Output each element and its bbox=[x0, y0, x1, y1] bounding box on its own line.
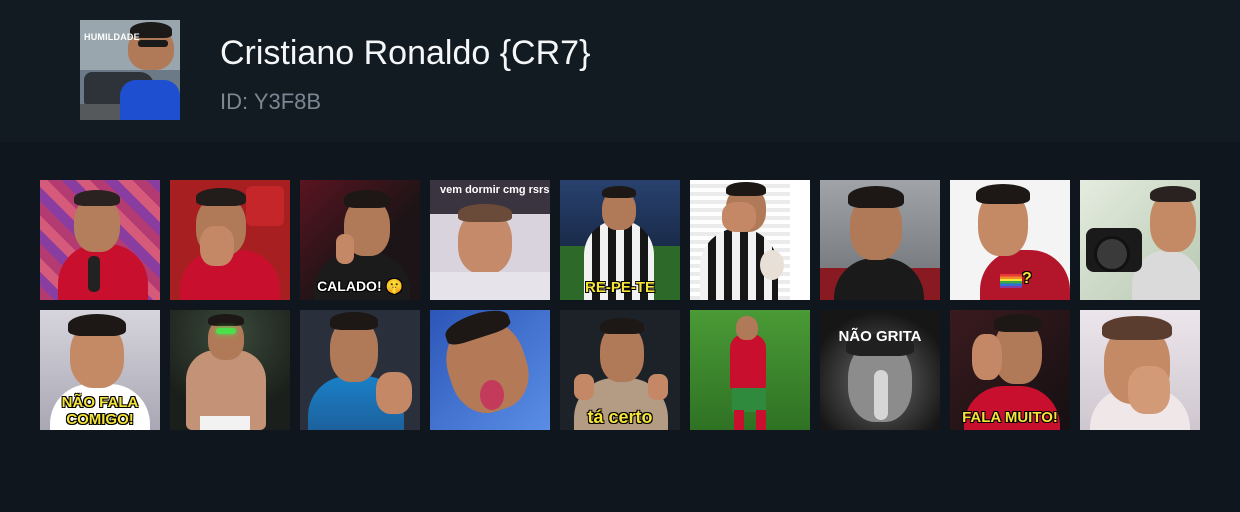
pack-avatar: HUMILDADE bbox=[80, 20, 180, 120]
thumbs-up-left-icon bbox=[574, 374, 594, 400]
sticker-facepalm-united[interactable] bbox=[170, 180, 290, 300]
thumbs-up-right-icon bbox=[648, 374, 668, 400]
tongue-icon bbox=[480, 380, 504, 410]
sticker-hand-nose[interactable] bbox=[1080, 310, 1200, 430]
sticker-interview-united[interactable] bbox=[40, 180, 160, 300]
raised-hand-icon bbox=[972, 334, 1002, 380]
microphone-icon bbox=[88, 256, 100, 292]
sticker-caption: vem dormir cmg rsrs bbox=[440, 184, 550, 196]
sticker-caption: CALADO! 🤫 bbox=[317, 278, 403, 294]
sticker-nao-fala-comigo[interactable]: NÃO FALA COMIGO! bbox=[40, 310, 160, 430]
pack-title: Cristiano Ronaldo {CR7} bbox=[220, 34, 591, 72]
sticker-vem-dormir[interactable]: vem dormir cmg rsrs bbox=[430, 180, 550, 300]
sticker-portugal-celebration[interactable] bbox=[690, 310, 810, 430]
glowing-eyes-icon bbox=[216, 328, 236, 334]
sticker-tongue-out[interactable] bbox=[430, 310, 550, 430]
clapping-hands-icon bbox=[376, 372, 412, 414]
sticker-caption: RE-PE-TE bbox=[584, 279, 655, 296]
finger-on-lips-icon bbox=[874, 370, 888, 420]
sticker-caption: NÃO FALA COMIGO! bbox=[61, 394, 139, 428]
sticker-hands-face-juventus[interactable] bbox=[690, 180, 810, 300]
sticker-caption: ? bbox=[1022, 270, 1032, 287]
sticker-shirtless-stadium[interactable] bbox=[170, 310, 290, 430]
sticker-fala-muito[interactable]: FALA MUITO! bbox=[950, 310, 1070, 430]
sticker-question[interactable]: ? bbox=[950, 180, 1070, 300]
sticker-caption: tá certo bbox=[587, 407, 653, 427]
sticker-bench-frown[interactable] bbox=[820, 180, 940, 300]
sticker-nao-grita[interactable]: NÃO GRITA bbox=[820, 310, 940, 430]
pack-header: HUMILDADE Cristiano Ronaldo {CR7} ID: Y3… bbox=[0, 0, 1240, 142]
sticker-camera[interactable] bbox=[1080, 180, 1200, 300]
rainbow-flag-icon bbox=[1000, 274, 1022, 288]
sticker-re-pe-te[interactable]: RE-PE-TE bbox=[560, 180, 680, 300]
sticker-caption: FALA MUITO! bbox=[962, 409, 1058, 426]
sticker-caption: NÃO GRITA bbox=[838, 328, 922, 345]
club-crest-icon bbox=[246, 186, 284, 226]
avatar-caption: HUMILDADE bbox=[84, 32, 140, 42]
sticker-grid: CALADO! 🤫 vem dormir cmg rsrs RE-PE-TE ?… bbox=[40, 180, 1200, 430]
sticker-ta-certo[interactable]: tá certo bbox=[560, 310, 680, 430]
sticker-clap-juventus-blue[interactable] bbox=[300, 310, 420, 430]
avatar-shirt bbox=[120, 80, 180, 120]
avatar-sunglasses bbox=[138, 40, 168, 47]
hand-on-nose-icon bbox=[1128, 366, 1170, 414]
ball-icon bbox=[760, 250, 784, 280]
sticker-calado[interactable]: CALADO! 🤫 bbox=[300, 180, 420, 300]
pack-id: ID: Y3F8B bbox=[220, 89, 322, 114]
